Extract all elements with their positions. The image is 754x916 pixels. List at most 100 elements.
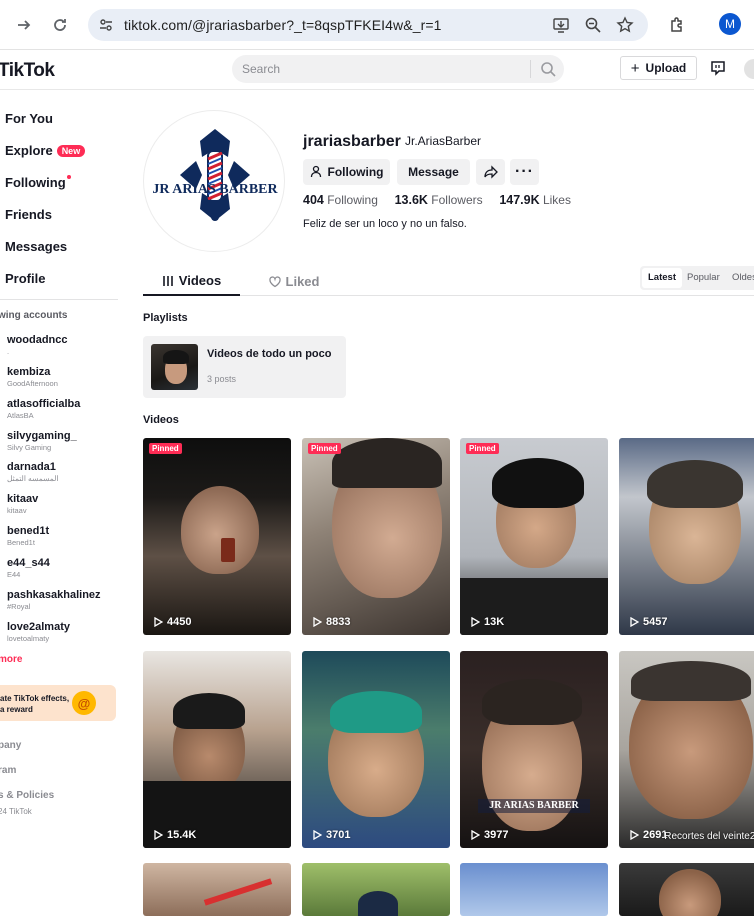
following-account[interactable]: love2almaty lovetoalmaty [7,621,70,643]
site-settings-icon[interactable] [98,17,114,38]
tiktok-header: TikTok Search + Upload [0,50,754,90]
playlist-card[interactable]: Videos de todo un poco 3 posts [143,336,346,398]
address-bar[interactable]: tiktok.com/@jrariasbarber?_t=8qspTFKEI4w… [88,9,648,41]
following-account[interactable]: atlasofficialba AtlasBA [7,398,80,420]
followers-count: 13.6K [394,193,428,207]
playlist-post-count: 3 posts [207,374,237,384]
install-app-icon[interactable] [552,16,570,39]
video-thumbnail[interactable]: 2691 Recortes del veinte22 [619,651,754,848]
bookmark-star-icon[interactable] [616,16,634,39]
upload-button[interactable]: + Upload [620,56,697,80]
sidebar-item-following[interactable]: Following [5,175,71,190]
followers-count-label: Followers [431,193,483,207]
video-thumbnail[interactable] [460,863,608,916]
profile-avatar[interactable] [744,59,754,79]
effects-text-line2: a reward [0,705,33,714]
video-thumbnail[interactable] [619,863,754,916]
following-accounts-title: wing accounts [0,310,68,321]
video-thumbnail[interactable]: JR ARIAS BARBER 3977 [460,651,608,848]
search-placeholder: Search [242,62,281,76]
video-thumbnail[interactable] [302,863,450,916]
video-thumbnail[interactable]: 5457 [619,438,754,635]
sidebar-item-for-you[interactable]: For You [5,111,53,126]
pinned-badge: Pinned [308,443,341,454]
sidebar-item-explore[interactable]: Explore New [5,143,86,158]
following-account[interactable]: silvygaming_ Silvy Gaming [7,430,77,452]
search-input[interactable]: Search [232,55,564,83]
profile-username: jrariasbarber [303,133,401,150]
following-account[interactable]: pashkasakhalinez #Royal [7,589,101,611]
pinned-badge: Pinned [466,443,499,454]
sidebar-item-friends[interactable]: Friends [5,207,52,222]
following-account[interactable]: kembiza GoodAfternoon [7,366,58,388]
play-icon [630,617,639,627]
following-account[interactable]: e44_s44 E44 [7,557,50,579]
following-account[interactable]: darnada1 المسمسه التمثل [7,461,58,483]
following-account[interactable]: bened1t Bened1t [7,525,49,547]
message-button-label: Message [408,165,459,179]
playlist-thumbnail [151,344,198,390]
sidebar-item-messages[interactable]: Messages [5,239,67,254]
inbox-icon[interactable] [710,60,726,76]
url-text: tiktok.com/@jrariasbarber?_t=8qspTFKEI4w… [124,17,442,33]
grid-icon [162,275,173,286]
tab-liked[interactable]: Liked [261,267,327,296]
following-button[interactable]: Following [303,159,390,185]
tab-videos-label: Videos [178,273,222,288]
view-count: 5457 [629,616,667,628]
profile-bio: Feliz de ser un loco y no un falso. [303,218,467,230]
profile-stats: 404 Following 13.6K Followers 147.9K Lik… [303,193,571,207]
notification-dot [66,175,71,179]
profile-picture[interactable]: JR ARIAS BARBER [143,110,285,252]
sort-popular[interactable]: Popular [687,272,720,283]
zoom-icon[interactable] [584,16,602,39]
forward-icon[interactable] [10,11,38,39]
tiktok-logo[interactable]: TikTok [0,60,55,82]
likes-count-label: Likes [542,193,571,207]
sort-oldest[interactable]: Oldest [732,272,754,283]
sort-latest[interactable]: Latest [642,268,682,288]
sort-selector: Latest Popular Oldest [640,266,754,290]
more-dots-icon: ··· [515,163,534,180]
create-effects-banner[interactable]: ate TikTok effects, a reward @ [0,685,116,721]
following-account[interactable]: woodadncc. [7,334,68,356]
browser-profile-avatar[interactable]: M [719,13,741,35]
footer-program-link[interactable]: ram [0,765,16,776]
video-caption: Recortes del veinte22 [664,831,754,842]
play-icon [154,830,163,840]
following-button-label: Following [327,165,384,179]
extensions-icon[interactable] [663,11,691,39]
video-thumbnail[interactable] [143,863,291,916]
view-count: 3701 [312,829,350,841]
view-count: 15.4K [153,829,196,841]
more-options-button[interactable]: ··· [510,159,539,185]
message-button[interactable]: Message [397,159,470,185]
share-button[interactable] [476,159,505,185]
footer-company-link[interactable]: pany [0,740,21,751]
view-count: 8833 [312,616,350,628]
browser-toolbar: tiktok.com/@jrariasbarber?_t=8qspTFKEI4w… [0,0,754,50]
video-thumbnail[interactable]: Pinned 13K [460,438,608,635]
view-count: 3977 [470,829,508,841]
sidebar-item-profile[interactable]: Profile [5,271,45,286]
video-thumbnail[interactable]: 3701 [302,651,450,848]
following-account[interactable]: kitaav kitaav [7,493,38,515]
video-thumbnail[interactable]: 15.4K [143,651,291,848]
see-more-link[interactable]: more [0,654,22,665]
play-icon [154,617,163,627]
plus-icon: + [630,59,640,77]
profile-nickname: Jr.AriasBarber [405,134,482,148]
footer-terms-link[interactable]: s & Policies [0,790,54,801]
reload-icon[interactable] [46,11,74,39]
view-count: 2691 [629,829,667,841]
watermark-overlay: JR ARIAS BARBER [478,799,590,813]
profile-logo-text: JR ARIAS BARBER [152,182,278,197]
search-icon[interactable] [538,59,558,79]
liked-heart-icon [268,275,281,287]
video-thumbnail[interactable]: Pinned 8833 [302,438,450,635]
video-thumbnail[interactable]: Pinned 4450 [143,438,291,635]
playlists-title: Playlists [143,312,188,324]
play-icon [471,617,480,627]
view-count: 4450 [153,616,191,628]
tab-videos[interactable]: Videos [143,267,240,296]
